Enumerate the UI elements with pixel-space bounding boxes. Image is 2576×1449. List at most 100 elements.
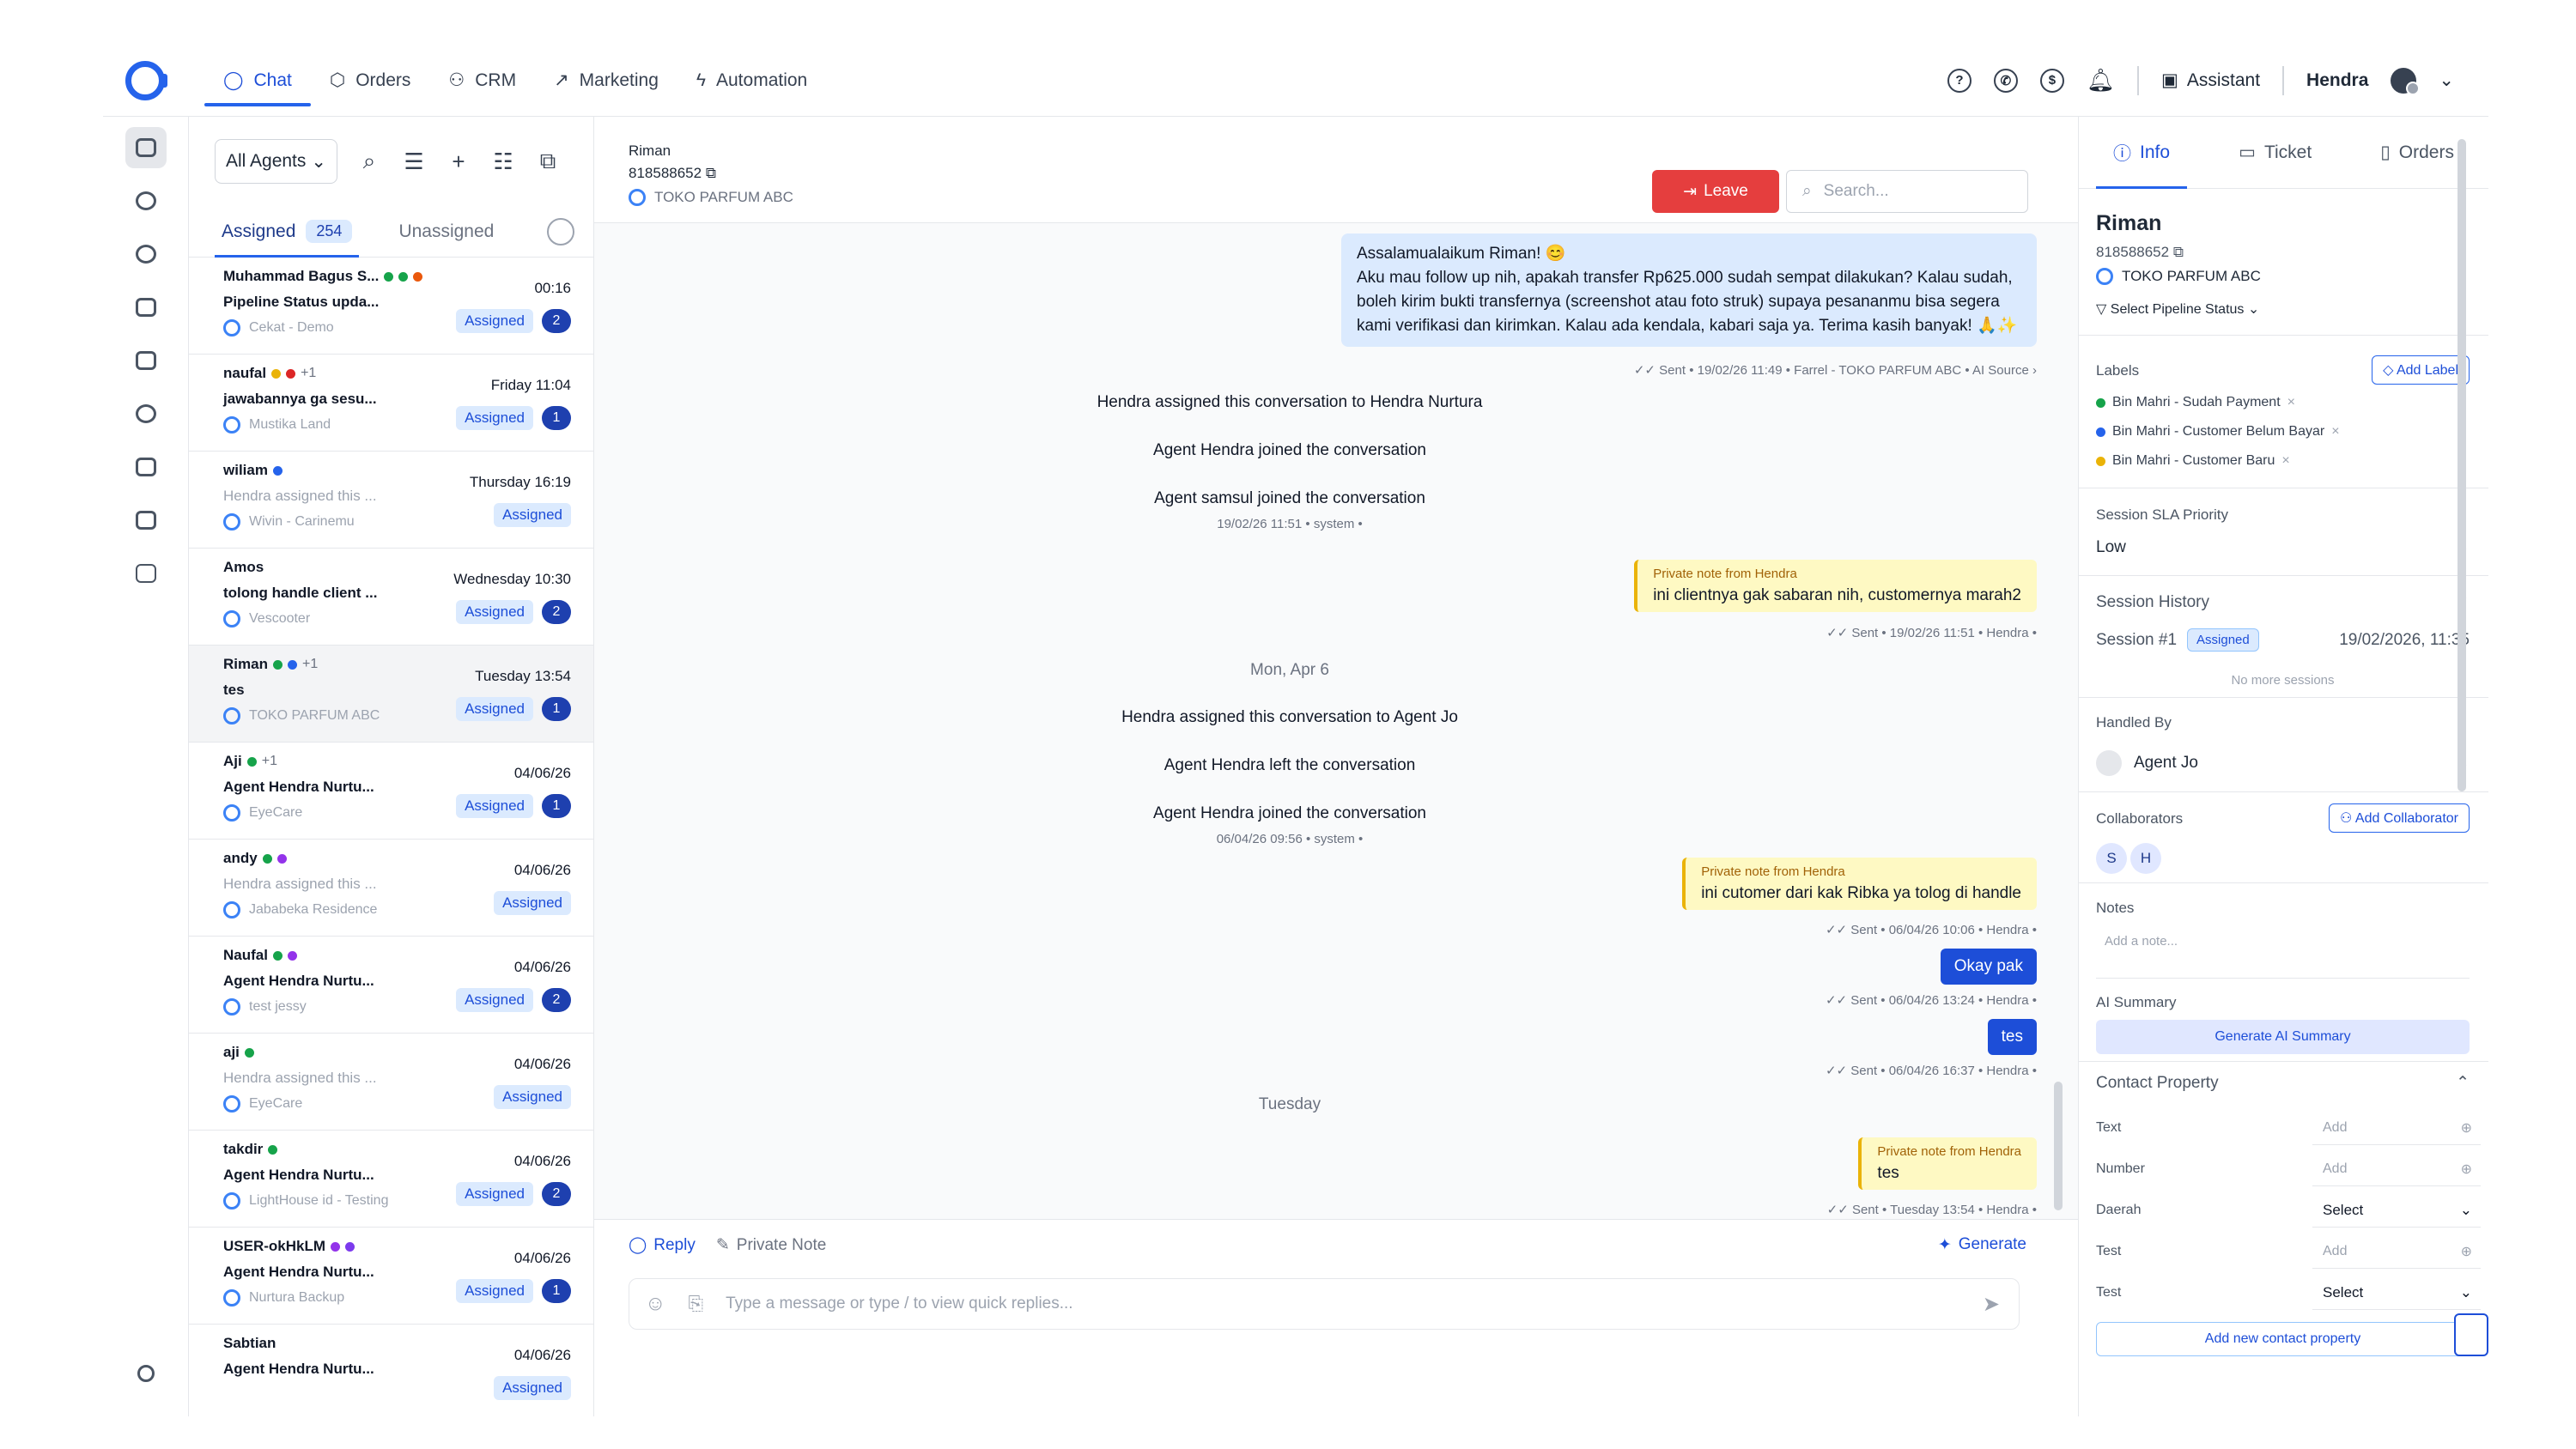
list-item[interactable]: takdir Agent Hendra Nurtu... LightHouse id…	[189, 1131, 593, 1228]
tab-unassigned[interactable]: Unassigned	[398, 206, 494, 258]
no-more-sessions: No more sessions	[2231, 673, 2335, 688]
tab-assigned[interactable]: Assigned 254	[214, 206, 360, 258]
tab-info[interactable]: ⓘ Info	[2096, 117, 2188, 189]
add-contact-property-button[interactable]: Add new contact property	[2096, 1322, 2470, 1356]
session-row[interactable]: Session #1 Assigned 19/02/2026, 11:35	[2096, 628, 2470, 652]
list-item[interactable]: USER-okHkLM Agent Hendra Nurtu... Nurtura …	[189, 1228, 593, 1325]
agent-filter-select[interactable]: All Agents ⌄	[215, 139, 338, 184]
analytics-icon[interactable]	[125, 287, 167, 328]
add-icon[interactable]: +	[446, 149, 471, 174]
list-item[interactable]: andy Hendra assigned this ... Jababeka Res…	[189, 840, 593, 937]
list-item[interactable]: aji Hendra assigned this ... EyeCare 04/06/…	[189, 1034, 593, 1131]
list-item[interactable]: Riman +1 tes TOKO PARFUM ABC Tuesday 13:54 As…	[189, 646, 593, 743]
contact-name: Riman	[629, 142, 671, 159]
reply-tab[interactable]: ◯ Reply	[629, 1235, 696, 1255]
book-icon[interactable]	[125, 340, 167, 381]
property-value-field[interactable]: Select ⌄	[2312, 1276, 2481, 1310]
search-icon[interactable]: ⌕	[356, 148, 382, 174]
send-icon[interactable]: ➤	[1983, 1292, 2000, 1317]
list-item[interactable]: wiliam Hendra assigned this ... Wivin - Ca…	[189, 452, 593, 549]
list-toolbar: All Agents ⌄ ⌕ ☰ + ☷ ⧉	[189, 117, 593, 206]
copy-icon[interactable]: ⧉	[2173, 244, 2184, 260]
help-icon[interactable]: ?	[1947, 68, 1971, 93]
assignment-tabs: Assigned 254 Unassigned	[189, 206, 593, 258]
tab-ticket[interactable]: ▭ Ticket	[2239, 117, 2312, 189]
check-circle-icon[interactable]	[547, 218, 574, 246]
feedback-icon[interactable]	[125, 446, 167, 488]
emoji-icon[interactable]: ☺	[645, 1292, 666, 1316]
collaborator-avatar[interactable]: S	[2096, 843, 2127, 874]
info-scrollbar[interactable]	[2458, 139, 2466, 791]
tab-marketing[interactable]: ↗ Marketing	[535, 45, 677, 117]
property-value-field[interactable]: Select ⌄	[2312, 1193, 2481, 1228]
contact-property-header[interactable]: Contact Property ⌃	[2096, 1073, 2470, 1093]
contact-business: TOKO PARFUM ABC	[2096, 268, 2470, 285]
property-value-field[interactable]: Add ⊕	[2312, 1152, 2481, 1186]
add-collaborator-button[interactable]: ⚇ Add Collaborator	[2329, 803, 2470, 833]
tab-automation[interactable]: ϟ Automation	[677, 45, 826, 117]
label-dot	[2096, 397, 2105, 408]
remove-icon[interactable]: ×	[2331, 424, 2339, 440]
inbox-icon[interactable]	[125, 127, 167, 168]
property-value-field[interactable]: Add ⊕	[2312, 1234, 2481, 1269]
notes-input[interactable]: Add a note...	[2096, 927, 2470, 979]
generate-ai-summary-button[interactable]: Generate AI Summary	[2096, 1020, 2470, 1054]
tab-orders[interactable]: ▯ Orders	[2380, 117, 2454, 189]
whatsapp-channel-icon	[223, 513, 240, 530]
checklist-icon[interactable]: ☷	[490, 149, 516, 174]
call-icon[interactable]	[125, 233, 167, 275]
label-tag[interactable]: Bin Mahri - Sudah Payment ×	[2096, 395, 2470, 410]
logo[interactable]	[125, 60, 167, 100]
assistant-fab[interactable]	[2454, 1313, 2488, 1356]
generate-button[interactable]: ✦ Generate	[1938, 1235, 2026, 1255]
session-history-header[interactable]: Session History⌃	[2096, 592, 2470, 612]
list-item[interactable]: Amos tolong handle client ... Vescooter Wed…	[189, 549, 593, 646]
label-tag[interactable]: Bin Mahri - Customer Belum Bayar ×	[2096, 424, 2470, 440]
list-item[interactable]: Muhammad Bagus S... Pipeline Status upda.…	[189, 258, 593, 355]
message-icon[interactable]	[125, 393, 167, 434]
private-note-tab[interactable]: ✎ Private Note	[716, 1235, 826, 1255]
list-item[interactable]: Naufal Agent Hendra Nurtu... test jessy 04/…	[189, 937, 593, 1034]
person-icon	[2096, 750, 2122, 776]
remove-icon[interactable]: ×	[2287, 395, 2295, 410]
avatar[interactable]	[2391, 67, 2421, 95]
attach-icon[interactable]: ⎘	[689, 1293, 704, 1315]
leave-button[interactable]: ⇥ Leave	[1652, 170, 1779, 213]
tab-crm[interactable]: ⚇ CRM	[429, 45, 535, 117]
mention-icon[interactable]	[125, 180, 167, 221]
whatsapp-icon[interactable]: ✆	[1993, 68, 2018, 93]
status-badge: Assigned	[456, 697, 533, 721]
user-name[interactable]: Hendra	[2306, 70, 2368, 91]
handled-by-select[interactable]: Agent Jo⌄	[2096, 750, 2470, 776]
filter-icon[interactable]: ☰	[401, 149, 427, 174]
bell-icon[interactable]: 🔔︎	[2087, 67, 2115, 94]
copy-icon[interactable]: ⧉	[706, 165, 716, 181]
pipeline-select[interactable]: ▽ Select Pipeline Status ⌄	[2096, 300, 2470, 318]
chat-search-input[interactable]: ⌕ Search...	[1786, 170, 2028, 213]
org-chart-icon[interactable]	[125, 553, 167, 594]
billing-icon[interactable]: $	[2039, 68, 2064, 93]
property-value-field[interactable]: Add ⊕	[2312, 1111, 2481, 1145]
list-item[interactable]: Sabtian Agent Hendra Nurtu... 04/06/26 Assi…	[189, 1325, 593, 1416]
collaborator-avatar[interactable]: H	[2130, 843, 2161, 874]
status-badge: Assigned	[456, 794, 533, 818]
assistant-button[interactable]: ▣ Assistant	[2161, 70, 2260, 91]
list-item[interactable]: Aji +1 Agent Hendra Nurtu... EyeCare 04/06/2…	[189, 743, 593, 840]
mailbox-icon[interactable]	[125, 500, 167, 541]
conversation-status: Assigned 2	[456, 309, 571, 333]
settings-icon[interactable]	[125, 1353, 167, 1394]
chat-scrollbar[interactable]	[2054, 1082, 2063, 1210]
label-tag[interactable]: Bin Mahri - Customer Baru ×	[2096, 453, 2470, 469]
message-input[interactable]: ☺ ⎘ Type a message or type / to view qui…	[629, 1278, 2020, 1330]
add-label-button[interactable]: ◇ Add Label	[2372, 355, 2470, 385]
chevron-down-icon[interactable]: ⌄	[2439, 70, 2454, 91]
compose-icon[interactable]: ⧉	[535, 148, 561, 174]
tab-chat[interactable]: ◯ Chat	[204, 45, 311, 117]
label-dot	[262, 853, 272, 864]
divider	[2079, 882, 2488, 883]
tab-orders[interactable]: ⬡ Orders	[311, 45, 430, 117]
sla-select[interactable]: Low⌄	[2096, 537, 2470, 557]
list-item[interactable]: naufal +1 jawabannya ga sesu... Mustika Lan…	[189, 355, 593, 452]
label-dot	[246, 756, 257, 767]
remove-icon[interactable]: ×	[2281, 453, 2289, 469]
